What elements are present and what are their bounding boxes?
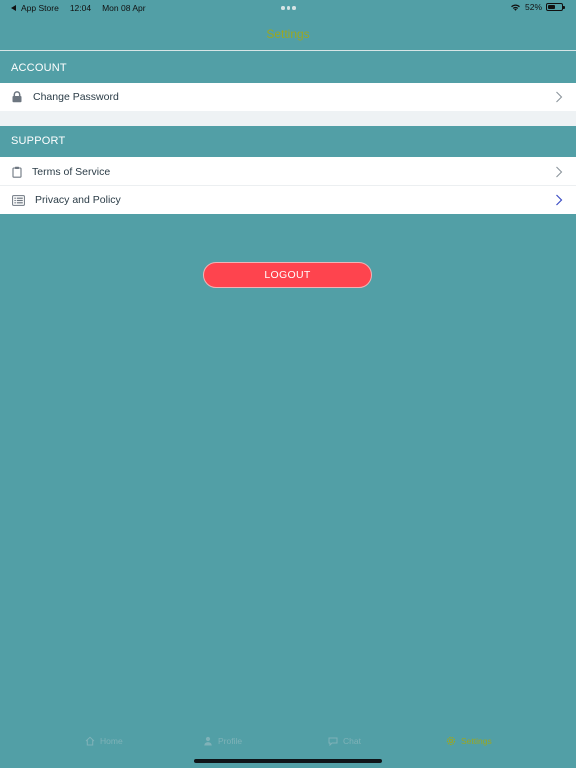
home-indicator[interactable] xyxy=(194,759,382,763)
terms-of-service-label: Terms of Service xyxy=(32,165,111,178)
tab-label: Settings xyxy=(461,736,492,746)
privacy-policy-label: Privacy and Policy xyxy=(35,194,121,206)
dot xyxy=(281,6,285,10)
battery-tip xyxy=(563,6,565,9)
section-header-label: SUPPORT xyxy=(11,135,66,147)
person-icon xyxy=(204,736,212,746)
chat-icon xyxy=(328,737,338,746)
wifi-icon xyxy=(511,4,520,11)
status-date: Mon 08 Apr xyxy=(102,3,146,13)
account-list: Change Password xyxy=(0,83,576,111)
tab-label: Home xyxy=(100,736,123,746)
multitask-handle[interactable] xyxy=(281,6,296,10)
tab-profile[interactable]: Profile xyxy=(203,736,242,746)
chevron-right-icon xyxy=(556,166,563,177)
change-password-row[interactable]: Change Password xyxy=(0,83,576,111)
dot xyxy=(286,6,290,10)
support-list: Terms of Service Privacy and Policy xyxy=(0,157,576,214)
section-header-label: ACCOUNT xyxy=(11,62,67,74)
back-arrow-icon[interactable] xyxy=(11,5,16,11)
chevron-right-icon xyxy=(556,91,563,103)
navigation-bar: Settings xyxy=(0,16,576,51)
clipboard-icon xyxy=(10,165,24,179)
back-app-link[interactable]: App Store xyxy=(21,3,59,13)
tab-home[interactable]: Home xyxy=(85,736,123,746)
privacy-policy-row[interactable]: Privacy and Policy xyxy=(0,186,576,214)
terms-of-service-row[interactable]: Terms of Service xyxy=(0,157,576,186)
page-title: Settings xyxy=(266,27,310,41)
tab-bar: Home Profile Chat Settings xyxy=(0,730,576,756)
chevron-right-icon xyxy=(556,194,563,206)
list-icon xyxy=(11,193,25,207)
status-left: App Store 12:04 Mon 08 Apr xyxy=(11,3,146,13)
tab-chat[interactable]: Chat xyxy=(328,736,361,746)
tab-label: Chat xyxy=(343,736,361,746)
tab-settings[interactable]: Settings xyxy=(446,736,492,746)
home-icon xyxy=(85,736,95,746)
battery-fill xyxy=(548,5,555,9)
section-spacer xyxy=(0,111,576,126)
logout-button[interactable]: LOGOUT xyxy=(203,262,372,288)
lock-icon xyxy=(10,90,24,104)
change-password-label: Change Password xyxy=(33,91,119,103)
status-right: 52% xyxy=(510,2,565,12)
support-section-header: SUPPORT xyxy=(0,126,576,157)
dot xyxy=(292,6,296,10)
battery-icon xyxy=(546,3,565,11)
account-section-header: ACCOUNT xyxy=(0,51,576,83)
battery-percent: 52% xyxy=(524,2,542,12)
gear-icon xyxy=(446,736,456,746)
tab-label: Profile xyxy=(218,736,243,746)
status-time: 12:04 xyxy=(69,3,92,13)
